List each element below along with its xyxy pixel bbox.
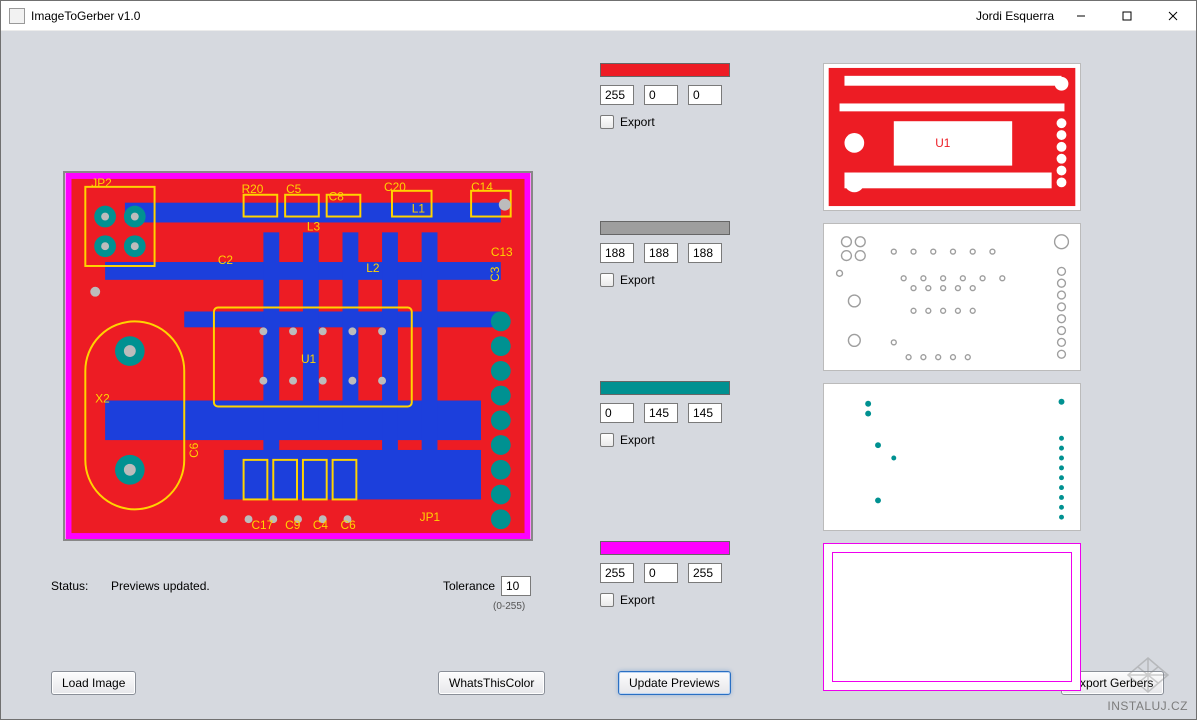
color-swatch-magenta xyxy=(600,541,730,555)
svg-text:C20: C20 xyxy=(384,180,406,194)
maximize-button[interactable] xyxy=(1104,1,1150,31)
gray-g-input[interactable] xyxy=(644,243,678,263)
source-image-panel: JP2 R20C5 C8C20 L1C14 L3L2 C13 C2 U1 X2 … xyxy=(63,171,533,541)
svg-text:L2: L2 xyxy=(366,261,379,275)
color-swatch-gray xyxy=(600,221,730,235)
magenta-g-input[interactable] xyxy=(644,563,678,583)
color-swatch-teal xyxy=(600,381,730,395)
window-controls xyxy=(1058,1,1196,31)
teal-export-label: Export xyxy=(620,433,655,447)
color-swatch-red xyxy=(600,63,730,77)
svg-text:JP1: JP1 xyxy=(420,510,441,524)
pcb-image: JP2 R20C5 C8C20 L1C14 L3L2 C13 C2 U1 X2 … xyxy=(65,173,531,539)
magenta-export-label: Export xyxy=(620,593,655,607)
watermark-icon xyxy=(1124,656,1172,694)
layer-block-teal: Export xyxy=(600,381,740,447)
svg-text:U1: U1 xyxy=(301,352,317,366)
watermark: INSTALUJ.CZ xyxy=(1107,656,1188,713)
magenta-r-input[interactable] xyxy=(600,563,634,583)
svg-text:C8: C8 xyxy=(329,190,345,204)
magenta-b-input[interactable] xyxy=(688,563,722,583)
teal-b-input[interactable] xyxy=(688,403,722,423)
svg-text:C17: C17 xyxy=(252,518,274,532)
preview-magenta-frame xyxy=(832,552,1072,682)
tolerance-input[interactable] xyxy=(501,576,531,596)
red-r-input[interactable] xyxy=(600,85,634,105)
status-label: Status: xyxy=(51,579,111,593)
whats-this-color-button[interactable]: WhatsThisColor xyxy=(438,671,545,695)
teal-g-input[interactable] xyxy=(644,403,678,423)
preview-gray xyxy=(823,223,1081,371)
svg-text:C13: C13 xyxy=(491,245,513,259)
red-export-checkbox[interactable] xyxy=(600,115,614,129)
status-text: Previews updated. xyxy=(111,579,443,593)
layer-block-red: Export xyxy=(600,63,740,129)
svg-text:C6: C6 xyxy=(341,518,357,532)
client-area: JP2 R20C5 C8C20 L1C14 L3L2 C13 C2 U1 X2 … xyxy=(1,31,1196,719)
svg-text:L1: L1 xyxy=(412,202,426,216)
magenta-export-checkbox[interactable] xyxy=(600,593,614,607)
tolerance-label: Tolerance xyxy=(443,579,495,593)
svg-text:C5: C5 xyxy=(286,182,302,196)
minimize-button[interactable] xyxy=(1058,1,1104,31)
gray-export-checkbox[interactable] xyxy=(600,273,614,287)
svg-text:C4: C4 xyxy=(313,518,329,532)
svg-text:C14: C14 xyxy=(471,180,493,194)
status-row: Status: Previews updated. Tolerance xyxy=(51,576,531,596)
app-window: ImageToGerber v1.0 Jordi Esquerra xyxy=(0,0,1197,720)
tolerance-hint: (0-255) xyxy=(493,601,525,612)
gray-export-label: Export xyxy=(620,273,655,287)
red-b-input[interactable] xyxy=(688,85,722,105)
teal-r-input[interactable] xyxy=(600,403,634,423)
watermark-text: INSTALUJ.CZ xyxy=(1107,699,1188,713)
java-icon xyxy=(9,8,25,24)
layer-block-magenta: Export xyxy=(600,541,740,607)
svg-text:JP2: JP2 xyxy=(91,176,111,190)
teal-export-checkbox[interactable] xyxy=(600,433,614,447)
gray-b-input[interactable] xyxy=(688,243,722,263)
svg-text:R20: R20 xyxy=(242,182,264,196)
red-g-input[interactable] xyxy=(644,85,678,105)
title-bar: ImageToGerber v1.0 Jordi Esquerra xyxy=(1,1,1196,31)
svg-text:X2: X2 xyxy=(95,391,110,405)
preview-red: U1 xyxy=(823,63,1081,211)
layer-block-gray: Export xyxy=(600,221,740,287)
preview-teal xyxy=(823,383,1081,531)
gray-r-input[interactable] xyxy=(600,243,634,263)
svg-text:C2: C2 xyxy=(218,253,233,267)
svg-text:L3: L3 xyxy=(307,219,321,233)
preview-magenta xyxy=(823,543,1081,691)
svg-text:C9: C9 xyxy=(285,518,301,532)
svg-text:C6: C6 xyxy=(187,442,201,458)
update-previews-button[interactable]: Update Previews xyxy=(618,671,731,695)
window-title: ImageToGerber v1.0 xyxy=(31,9,140,23)
load-image-button[interactable]: Load Image xyxy=(51,671,136,695)
svg-text:U1: U1 xyxy=(935,136,950,150)
window-author: Jordi Esquerra xyxy=(976,9,1054,23)
close-button[interactable] xyxy=(1150,1,1196,31)
red-export-label: Export xyxy=(620,115,655,129)
svg-text:C3: C3 xyxy=(488,266,502,282)
